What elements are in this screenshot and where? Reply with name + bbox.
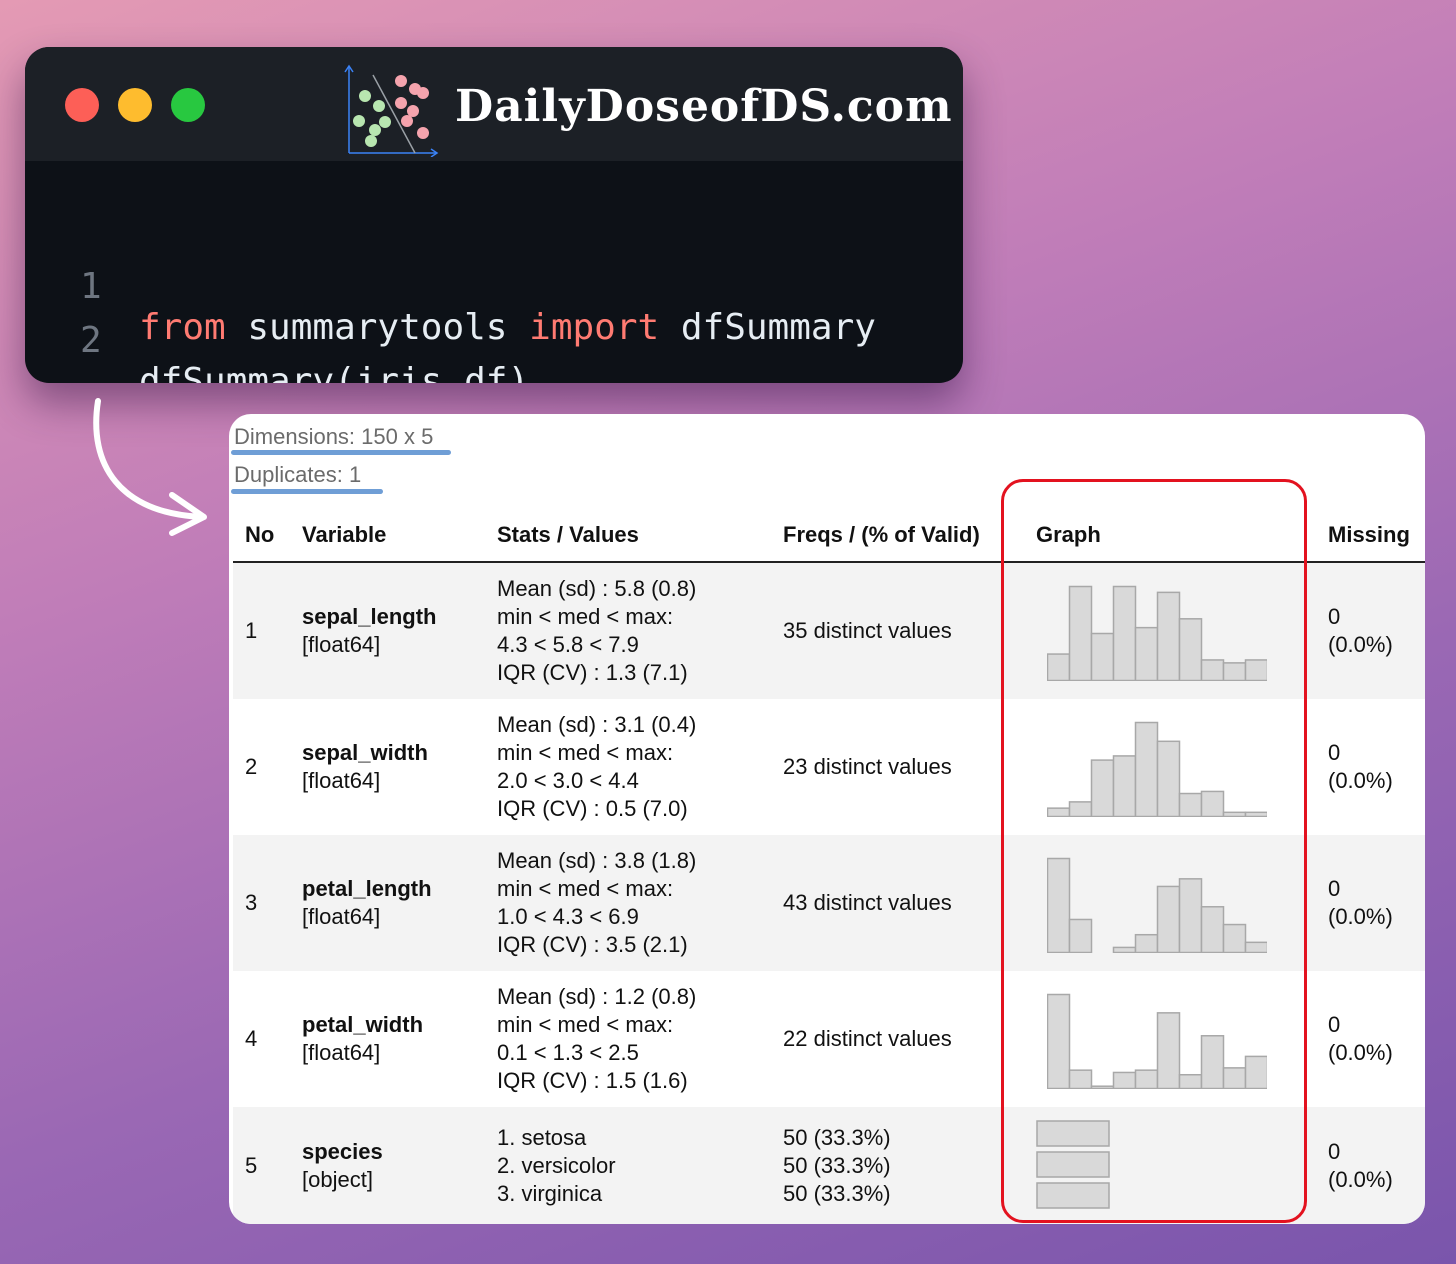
missing-percent: (0.0%): [1328, 768, 1393, 793]
missing-percent: (0.0%): [1328, 632, 1393, 657]
window-titlebar: DailyDoseofDS.com: [25, 47, 963, 161]
variable-name: petal_length: [302, 876, 432, 901]
missing-percent: (0.0%): [1328, 904, 1393, 929]
stat-line: Mean (sd) : 5.8 (0.8): [497, 576, 697, 601]
stat-line: 0.1 < 1.3 < 2.5: [497, 1040, 639, 1065]
missing-count: 0: [1328, 604, 1341, 629]
brand-name: DailyDoseofDS.com: [455, 81, 953, 132]
row-number: 4: [245, 1026, 258, 1051]
freq-line: 50 (33.3%): [783, 1124, 891, 1150]
stat-line: 2. versicolor: [497, 1152, 616, 1178]
header-freqs: Freqs / (% of Valid): [783, 522, 980, 547]
stat-line: IQR (CV) : 1.5 (1.6): [497, 1068, 688, 1093]
row-number: 5: [245, 1152, 258, 1178]
missing-count: 0: [1328, 1012, 1341, 1037]
missing-cell: 0 (0.0%): [1328, 875, 1393, 931]
code-line: 2 dfSummary(iris_df): [25, 279, 963, 383]
stat-line: Mean (sd) : 1.2 (0.8): [497, 984, 697, 1009]
stat-line: IQR (CV) : 3.5 (2.1): [497, 932, 688, 957]
missing-cell: 0 (0.0%): [1328, 1138, 1393, 1194]
missing-count: 0: [1328, 740, 1341, 765]
freqs-cell: 23 distinct values: [783, 754, 952, 779]
stat-line: Mean (sd) : 3.8 (1.8): [497, 848, 697, 873]
variable-type: [float64]: [302, 1040, 381, 1065]
stat-line: Mean (sd) : 3.1 (0.4): [497, 712, 697, 737]
missing-percent: (0.0%): [1328, 1166, 1393, 1192]
minimize-window-button[interactable]: [118, 88, 152, 122]
missing-cell: 0 (0.0%): [1328, 603, 1393, 659]
stats-cell: Mean (sd) : 3.8 (1.8) min < med < max: 1…: [497, 847, 696, 959]
stats-cell: Mean (sd) : 5.8 (0.8) min < med < max: 4…: [497, 575, 696, 687]
stat-line: min < med < max:: [497, 740, 674, 765]
missing-percent: (0.0%): [1328, 1040, 1393, 1065]
code-text: dfSummary(iris_df): [139, 361, 530, 383]
stats-cell: Mean (sd) : 3.1 (0.4) min < med < max: 2…: [497, 711, 696, 823]
stat-line: min < med < max:: [497, 876, 674, 901]
freqs-cell: 35 distinct values: [783, 618, 952, 643]
variable-name: petal_width: [302, 1012, 424, 1037]
duplicates-label: Duplicates: 1: [234, 462, 362, 487]
variable-name: sepal_length: [302, 604, 437, 629]
line-number: 2: [80, 320, 102, 361]
variable-type: [float64]: [302, 904, 381, 929]
freq-line: 50 (33.3%): [783, 1180, 891, 1206]
row-number: 1: [245, 618, 258, 643]
variable-cell: species [object]: [302, 1138, 383, 1194]
code-block: 1 from summarytools import dfSummary 2 d…: [25, 225, 963, 383]
freq-line: 50 (33.3%): [783, 1152, 891, 1178]
header-missing: Missing: [1328, 522, 1410, 547]
missing-count: 0: [1328, 876, 1341, 901]
missing-count: 0: [1328, 1138, 1341, 1164]
variable-name: sepal_width: [302, 740, 428, 765]
variable-name: species: [302, 1138, 383, 1164]
stats-cell: Mean (sd) : 1.2 (0.8) min < med < max: 0…: [497, 983, 696, 1095]
variable-cell: petal_width [float64]: [302, 1011, 423, 1067]
code-window: DailyDoseofDS.com 1 from summarytools im…: [25, 47, 963, 383]
variable-type: [object]: [302, 1166, 373, 1192]
stats-cell: 1. setosa 2. versicolor 3. virginica: [497, 1124, 616, 1208]
close-window-button[interactable]: [65, 88, 99, 122]
stat-line: IQR (CV) : 0.5 (7.0): [497, 796, 688, 821]
stat-line: 2.0 < 3.0 < 4.4: [497, 768, 639, 793]
dimensions-underline: [231, 450, 451, 455]
freqs-cell: 43 distinct values: [783, 890, 952, 915]
row-number: 2: [245, 754, 258, 779]
missing-cell: 0 (0.0%): [1328, 1011, 1393, 1067]
header-variable: Variable: [302, 522, 387, 547]
code-line: 1 from summarytools import dfSummary: [25, 225, 963, 348]
stat-line: 3. virginica: [497, 1180, 603, 1206]
graph-column-highlight: [1001, 479, 1307, 1223]
maximize-window-button[interactable]: [171, 88, 205, 122]
freqs-cell: 22 distinct values: [783, 1026, 952, 1051]
stat-line: IQR (CV) : 1.3 (7.1): [497, 660, 688, 685]
stat-line: 1.0 < 4.3 < 6.9: [497, 904, 639, 929]
variable-cell: sepal_length [float64]: [302, 603, 436, 659]
variable-cell: sepal_width [float64]: [302, 739, 428, 795]
header-no: No: [245, 522, 275, 547]
freqs-cell: 50 (33.3%) 50 (33.3%) 50 (33.3%): [783, 1124, 891, 1208]
dimensions-label: Dimensions: 150 x 5: [234, 424, 434, 449]
brand-logo-icon: [344, 64, 439, 157]
missing-cell: 0 (0.0%): [1328, 739, 1393, 795]
curved-arrow-icon: [93, 398, 207, 536]
stat-line: min < med < max:: [497, 1012, 674, 1037]
stat-line: min < med < max:: [497, 604, 674, 629]
variable-cell: petal_length [float64]: [302, 875, 432, 931]
variable-type: [float64]: [302, 768, 381, 793]
variable-type: [float64]: [302, 632, 381, 657]
stat-line: 1. setosa: [497, 1124, 587, 1150]
header-stats: Stats / Values: [497, 522, 639, 547]
duplicates-underline: [231, 489, 383, 494]
row-number: 3: [245, 890, 258, 915]
stat-line: 4.3 < 5.8 < 7.9: [497, 632, 639, 657]
